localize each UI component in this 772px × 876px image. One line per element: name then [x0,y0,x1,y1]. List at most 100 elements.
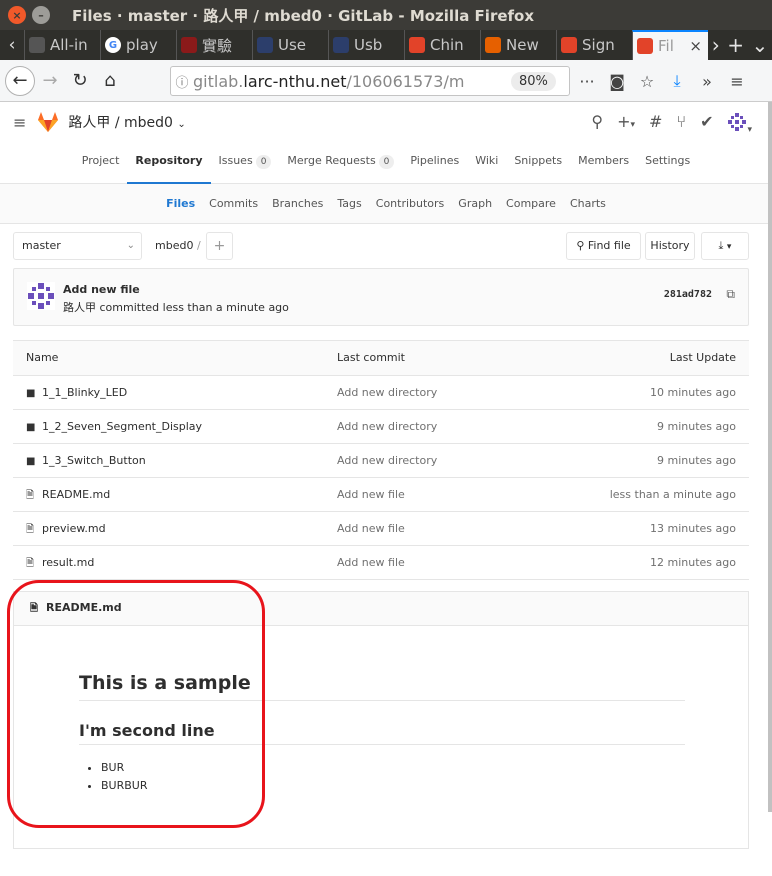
column-header-name: Name [26,351,59,364]
tab-repository[interactable]: Repository [127,142,211,184]
tab-label: Repository [135,154,203,167]
info-icon[interactable]: ⓘ [171,72,193,91]
last-commit-cell[interactable]: Add new directory [337,444,437,477]
folder-icon: ■ [26,456,36,467]
commit-title[interactable]: Add new file [63,283,140,296]
last-commit-cell[interactable]: Add new file [337,546,405,579]
gitlab-logo-icon[interactable] [36,111,60,133]
table-row[interactable]: ■ 1_2_Seven_Segment_Display Add new direct… [13,410,749,444]
file-name-cell[interactable]: ■ 1_1_Blinky_LED [26,376,127,410]
file-name-cell[interactable]: 🗎 preview.md [26,512,106,546]
file-name[interactable]: 1_3_Switch_Button [42,454,146,467]
tab-wiki[interactable]: Wiki [467,142,506,184]
forward-arrow-icon[interactable]: → [35,66,65,96]
tab-label: Wiki [475,154,499,167]
copy-icon[interactable]: ⧉ [726,287,735,302]
browser-tab-4[interactable]: Usb [328,30,404,60]
tabs-scroll-right-icon[interactable]: › [712,33,720,57]
browser-tab-2[interactable]: 實驗 [176,30,252,60]
subtab-graph[interactable]: Graph [451,184,499,224]
hamburger-menu-icon[interactable]: ≡ [722,72,752,91]
browser-tab-6[interactable]: New [480,30,556,60]
download-icon[interactable]: ⤓ [662,71,692,91]
overflow-menu-icon[interactable]: » [692,72,722,91]
window-minimize-button[interactable]: – [32,6,50,24]
find-file-button[interactable]: ⚲ Find file [566,232,641,260]
merge-requests-icon[interactable]: ⑂ [676,112,686,136]
browser-tab-7[interactable]: Sign [556,30,632,60]
file-name[interactable]: README.md [42,488,110,501]
todos-check-icon[interactable]: ✔ [700,112,713,136]
file-name[interactable]: 1_1_Blinky_LED [42,386,127,399]
subtab-contributors[interactable]: Contributors [369,184,452,224]
tab-issues[interactable]: Issues 0 [211,142,280,184]
commit-author-avatar[interactable] [27,282,55,310]
url-bar[interactable]: ⓘ gitlab.larc-nthu.net/106061573/m 80% [170,66,570,96]
file-name[interactable]: result.md [42,556,94,569]
branch-select[interactable]: master ⌄ [13,232,142,260]
pocket-icon[interactable]: ◙ [602,72,632,91]
page-actions-icon[interactable]: ··· [572,72,602,91]
table-row[interactable]: 🗎 README.md Add new file less than a minute… [13,478,749,512]
page-scrollbar[interactable] [768,102,772,812]
tabs-scroll-left-icon[interactable]: ‹ [0,35,24,55]
commit-sha[interactable]: 281ad782 [664,289,712,300]
tab-project[interactable]: Project [74,142,128,184]
reload-icon[interactable]: ↻ [65,66,95,96]
subtab-compare[interactable]: Compare [499,184,563,224]
add-to-tree-button[interactable]: + [206,232,233,260]
file-name-cell[interactable]: ■ 1_3_Switch_Button [26,444,146,478]
tab-settings[interactable]: Settings [637,142,698,184]
subtab-charts[interactable]: Charts [563,184,613,224]
browser-tab-8[interactable]: Fil × [632,30,708,60]
zoom-level[interactable]: 80% [511,72,556,91]
browser-tab-bar: ‹ All-in Gplay 實驗 Use Usb Chin New Sign Fil × › +… [0,30,772,60]
tab-merge-requests[interactable]: Merge Requests 0 [279,142,402,184]
table-row[interactable]: ■ 1_3_Switch_Button Add new directory 9 min… [13,444,749,478]
window-titlebar: × – Files · master · 路人甲 / mbed0 · GitLa… [0,0,772,30]
search-icon[interactable]: ⚲ [591,112,603,136]
file-name-cell[interactable]: 🗎 README.md [26,478,110,512]
bookmark-star-icon[interactable]: ☆ [632,72,662,91]
file-name-cell[interactable]: ■ 1_2_Seven_Segment_Display [26,410,202,444]
subtab-tags[interactable]: Tags [330,184,368,224]
table-row[interactable]: ■ 1_1_Blinky_LED Add new directory 10 minut… [13,376,749,410]
google-icon: G [105,37,121,53]
gitlab-icon [409,37,425,53]
tab-members[interactable]: Members [570,142,637,184]
browser-tab-3[interactable]: Use [252,30,328,60]
tab-pipelines[interactable]: Pipelines [402,142,467,184]
last-commit-cell[interactable]: Add new directory [337,376,437,409]
subtab-commits[interactable]: Commits [202,184,265,224]
close-tab-icon[interactable]: × [689,37,702,55]
new-tab-icon[interactable]: + [727,33,744,57]
project-title[interactable]: 路人甲 / mbed0 ⌄ [68,112,185,132]
tab-snippets[interactable]: Snippets [506,142,570,184]
window-close-button[interactable]: × [8,6,26,24]
history-button[interactable]: History [645,232,695,260]
browser-tab-5[interactable]: Chin [404,30,480,60]
issues-hash-icon[interactable]: # [649,112,662,136]
table-row[interactable]: 🗎 result.md Add new file 12 minutes ago [13,546,749,580]
new-item-icon[interactable]: +▾ [617,112,635,136]
subtab-files[interactable]: Files [159,184,202,224]
last-commit-cell[interactable]: Add new directory [337,410,437,443]
file-name[interactable]: preview.md [42,522,106,535]
back-arrow-icon[interactable]: ← [5,65,35,96]
tab-list-icon[interactable]: ⌄ [751,33,768,57]
last-commit-cell[interactable]: Add new file [337,512,405,545]
breadcrumb-project[interactable]: mbed0 [155,239,193,252]
file-name-cell[interactable]: 🗎 result.md [26,546,94,580]
home-icon[interactable]: ⌂ [95,66,125,96]
url-text[interactable]: gitlab.larc-nthu.net/106061573/m [193,72,493,91]
sidebar-toggle-icon[interactable]: ≡ [13,113,26,132]
file-name[interactable]: 1_2_Seven_Segment_Display [42,420,202,433]
readme-filename[interactable]: README.md [46,601,122,614]
browser-tab-0[interactable]: All-in [24,30,100,60]
browser-tab-1[interactable]: Gplay [100,30,176,60]
table-row[interactable]: 🗎 preview.md Add new file 13 minutes ago [13,512,749,546]
last-commit-cell[interactable]: Add new file [337,478,405,511]
download-dropdown-button[interactable]: ⤓ ▾ [701,232,749,260]
subtab-branches[interactable]: Branches [265,184,330,224]
user-avatar-menu[interactable]: ▾ [727,112,752,136]
